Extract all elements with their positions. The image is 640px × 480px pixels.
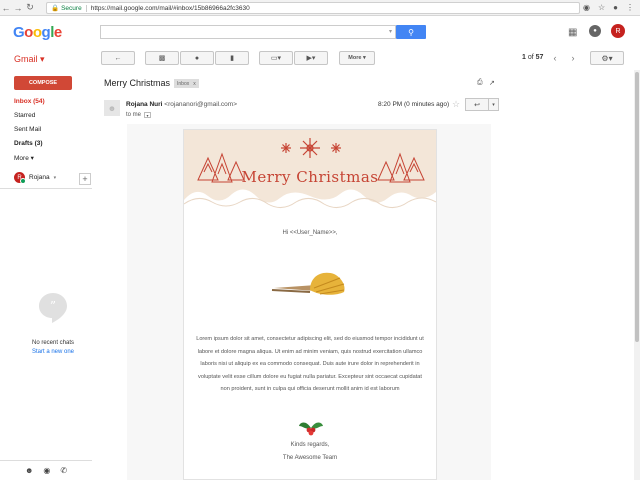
older-button[interactable]: ‹ <box>548 51 562 65</box>
holly-icon <box>299 422 323 436</box>
eye-icon[interactable]: ◉ <box>583 3 590 12</box>
person-icon[interactable]: ☻ <box>25 466 33 475</box>
scrollbar-thumb[interactable] <box>635 72 639 342</box>
labels-button[interactable]: ▶▾ <box>294 51 328 65</box>
details-dropdown-icon[interactable]: ▾ <box>144 112 152 118</box>
label-icon: ▶▾ <box>306 55 316 62</box>
more-actions-button[interactable]: More ▾ <box>339 51 375 65</box>
gmail-menu[interactable]: Gmail ▾ <box>14 54 45 65</box>
archive-button[interactable]: ▩ <box>145 51 179 65</box>
sidebar-item-more[interactable]: More ▾ <box>14 154 34 162</box>
recipient-line: to me ▾ <box>126 112 152 118</box>
sidebar-item-sent[interactable]: Sent Mail <box>14 126 41 133</box>
greeting-text: Hi <<User_Name>>, <box>282 230 338 236</box>
notifications-icon[interactable]: ● <box>589 25 601 37</box>
trash-icon: ▮ <box>230 55 234 62</box>
search-input[interactable]: ▾ <box>100 25 396 39</box>
sender-avatar: ☻ <box>104 100 120 116</box>
print-icon[interactable]: ⎙ <box>477 79 483 87</box>
reply-icon: ↩ <box>474 101 480 109</box>
newer-button[interactable]: › <box>566 51 580 65</box>
back-icon[interactable]: ← <box>0 1 12 15</box>
label-tag-inbox[interactable]: Inbox x <box>174 79 199 88</box>
banner-title: Merry Christmas <box>241 168 379 186</box>
account-avatar[interactable]: R <box>611 24 625 38</box>
chevron-right-icon: › <box>571 53 575 63</box>
hangouts-icon[interactable]: ◉ <box>43 466 50 475</box>
report-spam-button[interactable]: ● <box>180 51 214 65</box>
message-time: 8:20 PM (0 minutes ago) <box>378 101 450 108</box>
hangouts-user[interactable]: R Rojana ▾ <box>14 172 57 184</box>
folder-icon: ▭▾ <box>270 55 282 62</box>
chevron-left-icon: ‹ <box>553 53 557 63</box>
hangouts-footer: ☻ ◉ ✆ <box>0 460 92 480</box>
snowflake-icon <box>281 138 341 158</box>
chevron-down-icon: ▾ <box>362 55 366 61</box>
message-more-button[interactable]: ▾ <box>488 98 499 111</box>
forward-icon[interactable]: → <box>12 1 24 15</box>
search-button[interactable]: ⚲ <box>396 25 426 39</box>
move-to-button[interactable]: ▭▾ <box>259 51 293 65</box>
chevron-down-icon: ▾ <box>53 174 57 181</box>
back-to-inbox-button[interactable]: ← <box>101 51 135 65</box>
chevron-down-icon: ▾ <box>40 54 45 64</box>
santa-hat-image <box>271 272 345 295</box>
reply-button[interactable]: ↩ <box>465 98 489 111</box>
url-text: https://mail.google.com/mail/#inbox/15b8… <box>85 4 250 12</box>
hangouts-avatar: R <box>14 172 26 184</box>
apps-grid-icon[interactable]: ▦ <box>568 27 577 38</box>
plus-icon: + <box>82 174 88 184</box>
message-subject: Merry Christmas <box>104 78 171 88</box>
gear-icon: ⚙▾ <box>601 53 613 63</box>
email-card: Merry Christmas Hi <<User_Name>>, Lorem … <box>183 129 437 480</box>
new-window-icon[interactable]: ↗ <box>489 79 495 87</box>
compose-button[interactable]: COMPOSE <box>14 76 72 90</box>
extension-icon[interactable]: ● <box>613 3 618 12</box>
reload-icon[interactable]: ↻ <box>24 1 36 15</box>
remove-label-icon[interactable]: x <box>193 81 196 87</box>
lock-icon: 🔒 <box>51 5 60 12</box>
chat-bubble-icon: ” <box>39 293 67 323</box>
person-icon: ☻ <box>107 103 117 113</box>
sidebar-item-starred[interactable]: Starred <box>14 112 35 119</box>
no-chats-text: No recent chats <box>31 340 75 346</box>
delete-button[interactable]: ▮ <box>215 51 249 65</box>
closing-text: Kinds regards, <box>290 442 330 448</box>
browser-toolbar: ← → ↻ 🔒 Secure https://mail.google.com/m… <box>0 0 640 16</box>
new-conversation-button[interactable]: + <box>79 173 91 185</box>
christmas-banner: Merry Christmas <box>184 130 436 218</box>
chevron-down-icon: ▾ <box>30 155 34 162</box>
search-options-icon[interactable]: ▾ <box>389 28 392 35</box>
archive-icon: ▩ <box>158 55 166 62</box>
browser-menu-icon[interactable]: ⋮ <box>626 3 634 12</box>
signature-text: The Awesome Team <box>282 455 338 461</box>
pager-count: 1 of 57 <box>522 54 544 61</box>
google-logo[interactable]: Google <box>13 24 62 41</box>
svg-text:”: ” <box>50 299 56 313</box>
search-icon: ⚲ <box>408 27 414 37</box>
snow-wave <box>184 189 436 218</box>
chevron-down-icon: ▾ <box>492 101 495 108</box>
phone-icon[interactable]: ✆ <box>60 466 67 475</box>
body-paragraph: Lorem ipsum dolor sit amet, consectetur … <box>196 336 424 392</box>
bookmark-star-icon[interactable]: ☆ <box>598 3 605 12</box>
settings-button[interactable]: ⚙▾ <box>590 51 624 65</box>
sidebar-divider <box>0 188 92 189</box>
sender-line: Rojana Nuri <rojananori@gmail.com> <box>126 101 238 108</box>
address-bar[interactable]: 🔒 Secure https://mail.google.com/mail/#i… <box>46 2 580 14</box>
sidebar-item-drafts[interactable]: Drafts (3) <box>14 140 43 147</box>
arrow-left-icon: ← <box>114 54 122 62</box>
star-icon[interactable]: ☆ <box>452 99 460 110</box>
sidebar-item-inbox[interactable]: Inbox (54) <box>14 98 45 105</box>
start-chat-link[interactable]: Start a new one <box>0 349 106 355</box>
spam-icon: ● <box>194 54 200 62</box>
secure-indicator: 🔒 Secure <box>51 4 82 13</box>
